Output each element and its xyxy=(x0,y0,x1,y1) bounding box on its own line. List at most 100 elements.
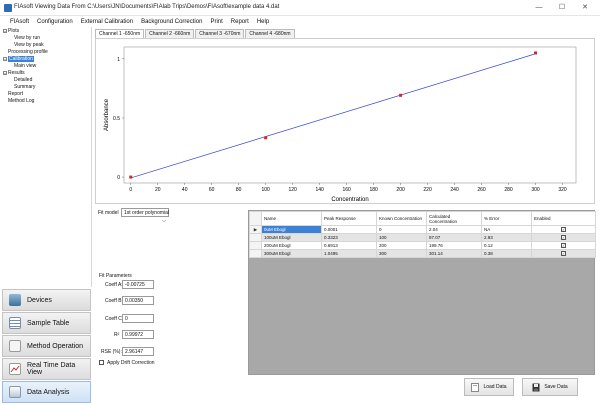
x-tick-label: 0 xyxy=(129,187,132,193)
menu-fiasoft[interactable]: FIAsoft xyxy=(10,19,29,25)
nav-data-analysis-button[interactable]: Data Analysis xyxy=(2,381,91,403)
enabled-checkbox[interactable]: ✓ xyxy=(561,227,566,232)
menu-external-calibration[interactable]: External Calibration xyxy=(81,19,133,25)
column-header-calculated-concentration[interactable]: Calculated Concentration xyxy=(426,211,482,226)
cell-calculated-concentration[interactable]: 2.04 xyxy=(426,225,482,234)
tree-item-results[interactable]: − Results xyxy=(3,70,25,76)
calibration-chart: 0 20 40 60 80 100 120 140 160 180 200 220 240 260 280 3… xyxy=(95,38,595,204)
load-icon xyxy=(471,382,480,392)
r-squared-field[interactable]: 0.99972 xyxy=(122,330,154,339)
cell-peak-response[interactable]: 1.0495 xyxy=(321,249,377,258)
tree-item-processing-profile[interactable]: Processing profile xyxy=(8,49,48,55)
nav-method-operation-button[interactable]: Method Operation xyxy=(2,335,91,357)
column-header-percent-error[interactable]: % Error xyxy=(481,211,532,226)
x-tick-label: 240 xyxy=(450,187,459,193)
column-header-name[interactable]: Name xyxy=(261,211,322,226)
nav-sample-table-button[interactable]: Sample Table xyxy=(2,312,91,334)
cell-calculated-concentration[interactable]: 97.07 xyxy=(426,233,482,242)
x-tick-label: 120 xyxy=(288,187,297,193)
menu-configuration[interactable]: Configuration xyxy=(37,19,73,25)
cell-known-concentration[interactable]: 0 xyxy=(376,225,427,234)
cell-calculated-concentration[interactable]: 199.76 xyxy=(426,241,482,250)
collapse-icon[interactable]: − xyxy=(3,56,7,61)
tree-item-detailed[interactable]: Detailed xyxy=(14,77,32,83)
enabled-checkbox[interactable]: ✓ xyxy=(561,235,566,240)
menu-print[interactable]: Print xyxy=(210,19,222,25)
cell-percent-error[interactable]: NA xyxy=(481,225,532,234)
floppy-disk-icon xyxy=(532,383,540,391)
y-axis-label: Absorbance xyxy=(104,98,110,131)
tree-item-report[interactable]: Report xyxy=(8,91,23,97)
column-header-enabled[interactable]: Enabled xyxy=(531,211,596,226)
tab-channel-3[interactable]: Channel 3 -670nm xyxy=(195,29,245,38)
cell-name[interactable]: 100uM Ebogl xyxy=(261,233,322,242)
enabled-checkbox[interactable]: ✓ xyxy=(561,243,566,248)
cell-known-concentration[interactable]: 200 xyxy=(376,241,427,250)
table-row[interactable]: 200uM Ebogl 0.6913 200 199.76 0.12 ✓ xyxy=(249,241,596,250)
cell-name[interactable]: 200uM Ebogl xyxy=(261,241,322,250)
coeff-a-field[interactable]: -0.00725 xyxy=(122,280,154,289)
coeff-b-field[interactable]: 0.00350 xyxy=(122,296,154,305)
drift-correction-label: Apply Drift Correction xyxy=(107,360,155,366)
minimize-button[interactable]: — xyxy=(529,2,549,14)
cell-known-concentration[interactable]: 100 xyxy=(376,233,427,242)
tab-channel-4[interactable]: Channel 4 -680nm xyxy=(245,29,295,38)
calibration-table: Name Peak Response Known Concentration C… xyxy=(249,211,596,258)
tree-item-view-by-peak[interactable]: View by peak xyxy=(14,42,44,48)
maximize-button[interactable]: ☐ xyxy=(552,2,572,14)
x-tick-label: 160 xyxy=(342,187,351,193)
cell-known-concentration[interactable]: 300 xyxy=(376,249,427,258)
column-header-known-concentration[interactable]: Known Concentration xyxy=(376,211,427,226)
tree-item-view-by-run[interactable]: View by run xyxy=(14,35,40,41)
tree-item-calibration[interactable]: − Calibration xyxy=(3,56,34,62)
tree-item-plots[interactable]: − Plots xyxy=(3,28,19,34)
plot-area xyxy=(123,46,577,184)
drift-correction-checkbox[interactable] xyxy=(99,360,104,365)
collapse-icon[interactable]: − xyxy=(3,28,7,33)
nav-real-time-data-view-button[interactable]: Real Time Data View xyxy=(2,358,91,380)
cell-peak-response[interactable]: 0.6913 xyxy=(321,241,377,250)
fit-model-select[interactable]: 1st order polynomial ⌵ xyxy=(121,208,169,224)
x-tick-label: 200 xyxy=(396,187,405,193)
cell-percent-error[interactable]: 0.38 xyxy=(481,249,532,258)
cell-name[interactable]: 300uM Ebogl xyxy=(261,249,322,258)
y-axis-ticks: 00.51 xyxy=(113,57,124,181)
rse-field[interactable]: 2.96147 xyxy=(122,347,154,356)
table-row[interactable]: 100uM Ebogl 0.3323 100 97.07 2.93 ✓ xyxy=(249,233,596,242)
cell-enabled: ✓ xyxy=(531,225,596,234)
menu-background-correction[interactable]: Background Correction xyxy=(141,19,202,25)
tree-item-method-log[interactable]: Method Log xyxy=(8,98,34,104)
table-row[interactable]: ▶ 0uM Ebogl 0.0001 0 2.04 NA ✓ xyxy=(249,225,596,234)
x-tick-label: 220 xyxy=(423,187,432,193)
tree-item-summary[interactable]: Summary xyxy=(14,84,35,90)
cell-peak-response[interactable]: 0.3323 xyxy=(321,233,377,242)
nav-devices-button[interactable]: Devices xyxy=(2,289,91,311)
tab-channel-1[interactable]: Channel 1 -650nm xyxy=(95,29,145,38)
cell-percent-error[interactable]: 0.12 xyxy=(481,241,532,250)
cell-percent-error[interactable]: 2.93 xyxy=(481,233,532,242)
coeff-c-label: Coeff C: xyxy=(105,316,124,322)
chart-svg: 0 20 40 60 80 100 120 140 160 180 200 220 240 260 280 3… xyxy=(104,46,577,203)
tree-item-main-view[interactable]: Main view xyxy=(14,63,36,69)
coeff-c-field[interactable]: 0 xyxy=(122,314,154,323)
cell-calculated-concentration[interactable]: 301.14 xyxy=(426,249,482,258)
menu-report[interactable]: Report xyxy=(231,19,249,25)
tab-channel-2[interactable]: Channel 2 -660nm xyxy=(145,29,195,38)
analysis-icon xyxy=(9,386,21,398)
menu-help[interactable]: Help xyxy=(257,19,269,25)
cell-peak-response[interactable]: 0.0001 xyxy=(321,225,377,234)
row-header xyxy=(249,233,262,242)
devices-icon xyxy=(9,294,21,306)
enabled-checkbox[interactable]: ✓ xyxy=(561,251,566,256)
x-tick-label: 40 xyxy=(182,187,188,193)
menu-bar: FIAsoft Configuration External Calibrati… xyxy=(0,16,600,27)
table-row[interactable]: 300uM Ebogl 1.0495 300 301.14 0.38 ✓ xyxy=(249,249,596,258)
app-icon xyxy=(4,4,12,12)
column-header-peak-response[interactable]: Peak Response xyxy=(321,211,377,226)
cell-name[interactable]: 0uM Ebogl xyxy=(261,225,322,234)
collapse-icon[interactable]: − xyxy=(3,70,7,75)
save-data-button[interactable]: Save Data xyxy=(522,378,578,396)
load-data-button[interactable]: Load Data xyxy=(464,378,514,396)
cell-enabled: ✓ xyxy=(531,233,596,242)
close-button[interactable]: ✕ xyxy=(575,2,595,14)
